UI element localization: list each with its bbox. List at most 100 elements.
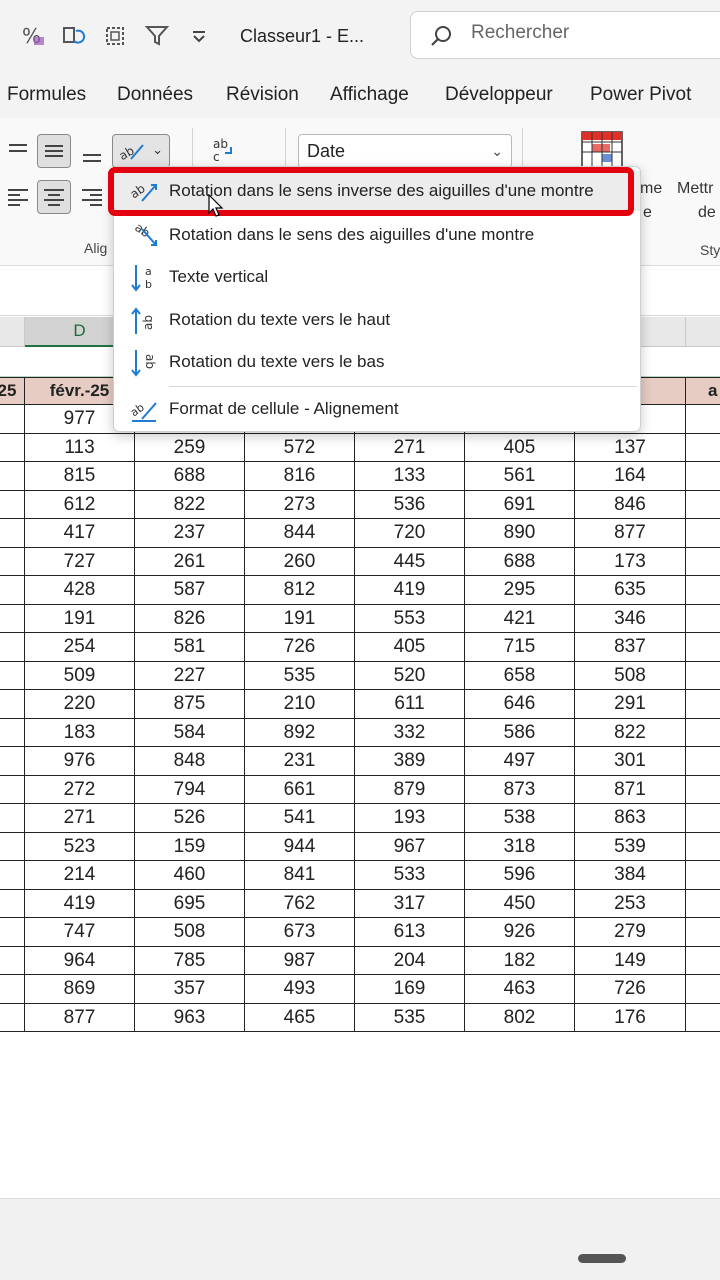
table-cell[interactable]: 509 xyxy=(25,661,135,690)
table-cell[interactable]: 967 xyxy=(355,832,465,861)
table-cell[interactable]: 661 xyxy=(245,775,355,804)
orientation-button[interactable]: ab ⌄ xyxy=(112,134,170,168)
percent-style-icon[interactable]: % xyxy=(20,22,46,50)
table-cell[interactable]: 720 xyxy=(355,519,465,547)
table-cell[interactable]: 802 xyxy=(465,1003,575,1032)
table-cell[interactable]: 846 xyxy=(575,490,686,519)
table-cell[interactable]: 535 xyxy=(355,1003,465,1032)
table-cell[interactable]: 493 xyxy=(245,975,355,1003)
table-cell[interactable] xyxy=(686,918,720,946)
select-objects-icon[interactable] xyxy=(102,22,128,50)
table-cell[interactable]: 964 xyxy=(25,946,135,975)
table-cell[interactable]: 658 xyxy=(465,661,575,690)
table-cell[interactable]: 508 xyxy=(575,661,686,690)
align-left-icon[interactable] xyxy=(0,180,34,214)
table-cell[interactable]: 794 xyxy=(135,775,245,804)
table-cell[interactable]: 164 xyxy=(575,462,686,490)
table-cell[interactable]: 586 xyxy=(465,718,575,747)
column-header[interactable] xyxy=(0,317,25,347)
table-cell[interactable]: 747 xyxy=(25,918,135,946)
table-cell[interactable]: 419 xyxy=(25,889,135,918)
table-cell[interactable]: 877 xyxy=(575,519,686,547)
table-cell[interactable]: 541 xyxy=(245,804,355,832)
table-cell[interactable]: 173 xyxy=(575,547,686,576)
table-cell[interactable]: 673 xyxy=(245,918,355,946)
search-box[interactable] xyxy=(410,11,720,59)
table-cell[interactable]: 113 xyxy=(25,433,135,462)
table-cell[interactable]: 149 xyxy=(575,946,686,975)
table-cell[interactable]: 727 xyxy=(25,547,135,576)
table-cell[interactable]: 976 xyxy=(25,747,135,775)
table-cell[interactable]: 539 xyxy=(575,832,686,861)
table-cell[interactable] xyxy=(686,633,720,661)
table-cell[interactable]: 428 xyxy=(25,576,135,604)
menu-item-rotate-counterclockwise[interactable]: ab Rotation dans le sens inverse des aig… xyxy=(114,171,640,211)
table-cell[interactable] xyxy=(686,833,720,861)
table-cell[interactable]: 421 xyxy=(465,604,575,633)
table-cell[interactable]: 384 xyxy=(575,861,686,889)
table-cell[interactable]: 879 xyxy=(355,775,465,804)
table-cell[interactable]: 417 xyxy=(25,519,135,547)
table-cell[interactable]: 301 xyxy=(575,747,686,775)
header-cell[interactable]: 25 xyxy=(0,378,25,404)
table-cell[interactable]: 688 xyxy=(135,462,245,490)
table-cell[interactable]: 826 xyxy=(135,604,245,633)
table-cell[interactable]: 533 xyxy=(355,861,465,889)
table-cell[interactable]: 691 xyxy=(465,490,575,519)
table-cell[interactable]: 137 xyxy=(575,433,686,462)
table-cell[interactable]: 405 xyxy=(355,633,465,661)
table-cell[interactable]: 890 xyxy=(465,519,575,547)
table-cell[interactable]: 536 xyxy=(355,490,465,519)
table-cell[interactable]: 272 xyxy=(25,775,135,804)
align-right-icon[interactable] xyxy=(76,180,110,214)
table-cell[interactable]: 273 xyxy=(245,490,355,519)
table-cell[interactable]: 191 xyxy=(25,604,135,633)
table-cell[interactable] xyxy=(686,662,720,690)
table-cell[interactable]: 726 xyxy=(575,975,686,1003)
table-cell[interactable]: 193 xyxy=(355,804,465,832)
table-cell[interactable]: 523 xyxy=(25,832,135,861)
table-cell[interactable]: 812 xyxy=(245,576,355,604)
table-cell[interactable]: 183 xyxy=(25,718,135,747)
table-cell[interactable]: 944 xyxy=(245,832,355,861)
table-cell[interactable]: 419 xyxy=(355,576,465,604)
table-cell[interactable]: 182 xyxy=(465,946,575,975)
table-cell[interactable]: 463 xyxy=(465,975,575,1003)
ribbon-mettre-label[interactable]: Mettr xyxy=(677,180,713,198)
table-cell[interactable]: 210 xyxy=(245,690,355,718)
table-cell[interactable]: 841 xyxy=(245,861,355,889)
table-cell[interactable]: 254 xyxy=(25,633,135,661)
table-cell[interactable]: 465 xyxy=(245,1003,355,1032)
ribbon-truncated-label[interactable]: me xyxy=(640,180,662,198)
header-cell[interactable]: a xyxy=(686,378,720,404)
table-cell[interactable]: 596 xyxy=(465,861,575,889)
table-cell[interactable]: 497 xyxy=(465,747,575,775)
table-cell[interactable]: 405 xyxy=(465,433,575,462)
table-cell[interactable] xyxy=(686,405,720,433)
table-cell[interactable]: 346 xyxy=(575,604,686,633)
table-cell[interactable]: 176 xyxy=(575,1003,686,1032)
table-cell[interactable]: 220 xyxy=(25,690,135,718)
table-cell[interactable]: 726 xyxy=(245,633,355,661)
align-top-icon[interactable] xyxy=(0,134,34,168)
table-cell[interactable]: 844 xyxy=(245,519,355,547)
table-cell[interactable]: 863 xyxy=(575,804,686,832)
table-cell[interactable] xyxy=(686,747,720,775)
table-cell[interactable]: 848 xyxy=(135,747,245,775)
table-cell[interactable]: 822 xyxy=(135,490,245,519)
tab-developpeur[interactable]: Développeur xyxy=(445,84,553,106)
table-cell[interactable] xyxy=(686,776,720,804)
table-cell[interactable]: 445 xyxy=(355,547,465,576)
table-cell[interactable]: 613 xyxy=(355,918,465,946)
table-cell[interactable]: 538 xyxy=(465,804,575,832)
table-cell[interactable] xyxy=(686,519,720,547)
table-cell[interactable] xyxy=(686,690,720,718)
table-cell[interactable] xyxy=(686,1004,720,1032)
table-cell[interactable]: 816 xyxy=(245,462,355,490)
table-cell[interactable]: 295 xyxy=(465,576,575,604)
table-cell[interactable]: 460 xyxy=(135,861,245,889)
table-cell[interactable] xyxy=(686,861,720,889)
table-cell[interactable]: 520 xyxy=(355,661,465,690)
home-indicator[interactable] xyxy=(578,1254,626,1263)
table-cell[interactable]: 892 xyxy=(245,718,355,747)
